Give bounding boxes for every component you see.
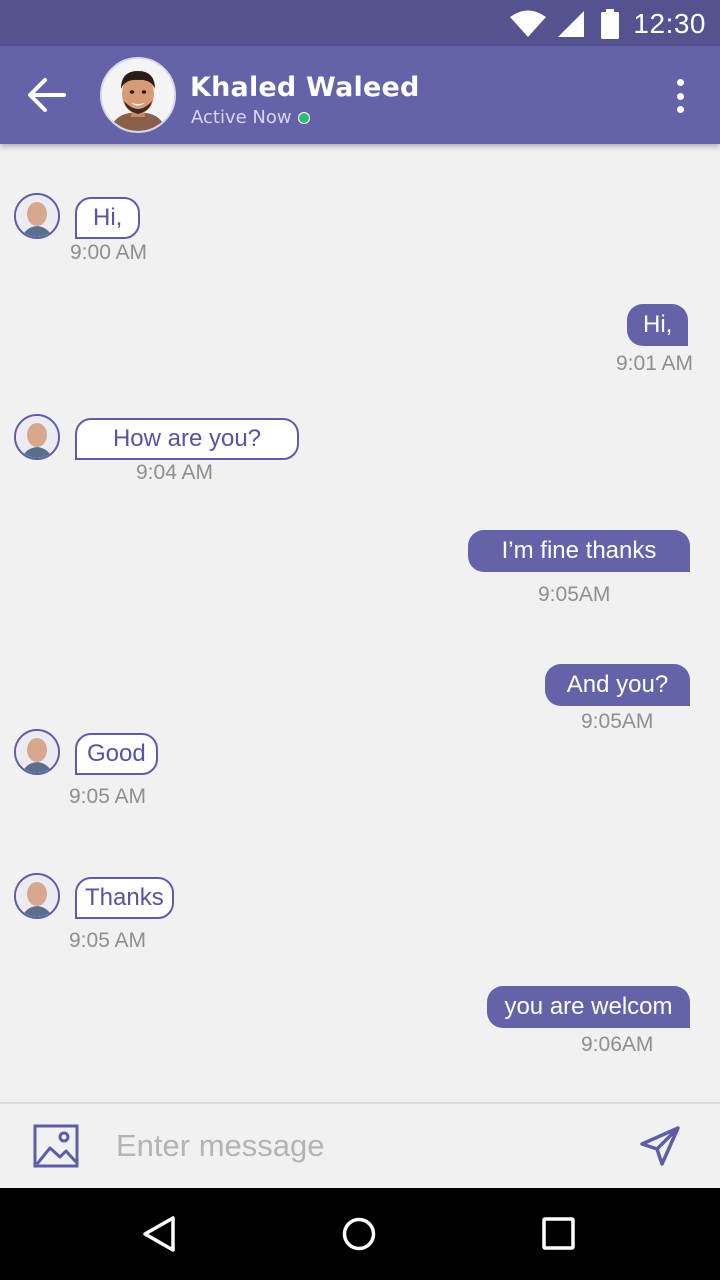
system-navigation-bar: [0, 1188, 720, 1280]
person-photo-icon: [102, 59, 174, 131]
message-time: 9:01 AM: [616, 352, 694, 375]
message-bubble-outgoing[interactable]: Hi,: [627, 304, 689, 346]
message-list[interactable]: Hi, 9:00 AM Hi, 9:01 AM How are you? 9:0…: [0, 144, 720, 1102]
wifi-icon: [510, 10, 547, 37]
send-button[interactable]: [638, 1124, 682, 1173]
sender-avatar[interactable]: [14, 729, 60, 775]
battery-icon: [601, 9, 620, 39]
message-bubble-outgoing[interactable]: you are welcom: [487, 986, 690, 1028]
message-time: 9:05 AM: [69, 785, 147, 808]
message-time: 9:05 AM: [69, 929, 147, 952]
message-bubble-incoming[interactable]: Good: [75, 733, 158, 775]
person-photo-icon: [16, 195, 58, 237]
sender-avatar[interactable]: [14, 873, 60, 919]
message-time: 9:06AM: [581, 1033, 654, 1056]
message-bubble-incoming[interactable]: How are you?: [75, 418, 299, 460]
status-icons: 12:30: [509, 8, 706, 40]
composer-bar: [0, 1102, 720, 1188]
nav-recents-button[interactable]: [540, 1214, 578, 1259]
circle-home-icon: [342, 1217, 376, 1251]
message-bubble-outgoing[interactable]: I’m fine thanks: [468, 530, 690, 572]
signal-icon: [558, 11, 585, 37]
square-recents-icon: [542, 1217, 575, 1250]
more-options-button[interactable]: [668, 79, 692, 113]
nav-back-button[interactable]: [140, 1214, 178, 1259]
message-time: 9:04 AM: [136, 461, 214, 484]
status-clock: 12:30: [633, 8, 706, 39]
status-text: Active Now: [191, 107, 292, 128]
more-vertical-icon: [676, 79, 684, 86]
contact-avatar[interactable]: [100, 57, 176, 133]
message-bubble-incoming[interactable]: Thanks: [75, 877, 174, 919]
chat-header: Khaled Waleed Active Now: [0, 46, 720, 144]
nav-home-button[interactable]: [340, 1214, 378, 1259]
send-icon: [640, 1126, 680, 1166]
person-photo-icon: [16, 875, 58, 917]
contact-name: Khaled Waleed: [190, 72, 420, 103]
attach-image-button[interactable]: [33, 1124, 79, 1173]
sender-avatar[interactable]: [14, 414, 60, 460]
message-time: 9:00 AM: [70, 241, 148, 264]
message-time: 9:05AM: [581, 710, 654, 733]
online-indicator-icon: [297, 111, 310, 124]
person-photo-icon: [16, 416, 58, 458]
person-photo-icon: [16, 731, 58, 773]
back-button[interactable]: [24, 72, 70, 118]
message-input[interactable]: [114, 1120, 598, 1172]
message-bubble-incoming[interactable]: Hi,: [75, 197, 141, 239]
arrow-left-icon: [28, 78, 66, 112]
image-icon: [33, 1124, 79, 1168]
status-bar: 12:30: [0, 0, 720, 46]
contact-status: Active Now: [191, 107, 310, 128]
triangle-back-icon: [143, 1216, 175, 1252]
message-bubble-outgoing[interactable]: And you?: [545, 664, 690, 706]
message-time: 9:05AM: [538, 583, 611, 606]
sender-avatar[interactable]: [14, 193, 60, 239]
